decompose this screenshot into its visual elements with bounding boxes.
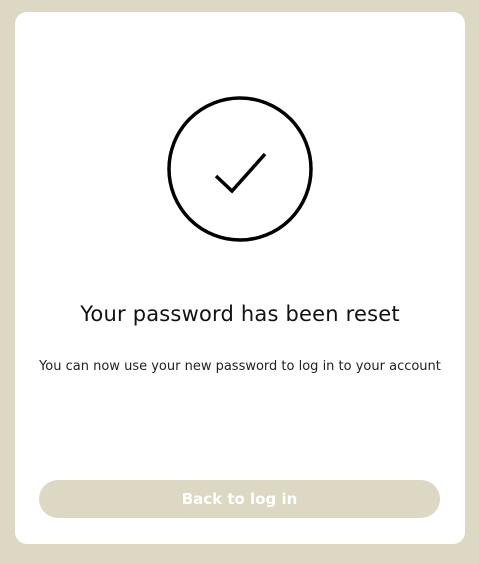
check-circle-icon: [167, 96, 313, 242]
reset-success-card: Your password has been reset You can now…: [15, 12, 465, 544]
success-message: You can now use your new password to log…: [39, 359, 441, 374]
back-to-login-button[interactable]: Back to log in: [39, 480, 440, 518]
page-title: Your password has been reset: [80, 302, 400, 326]
